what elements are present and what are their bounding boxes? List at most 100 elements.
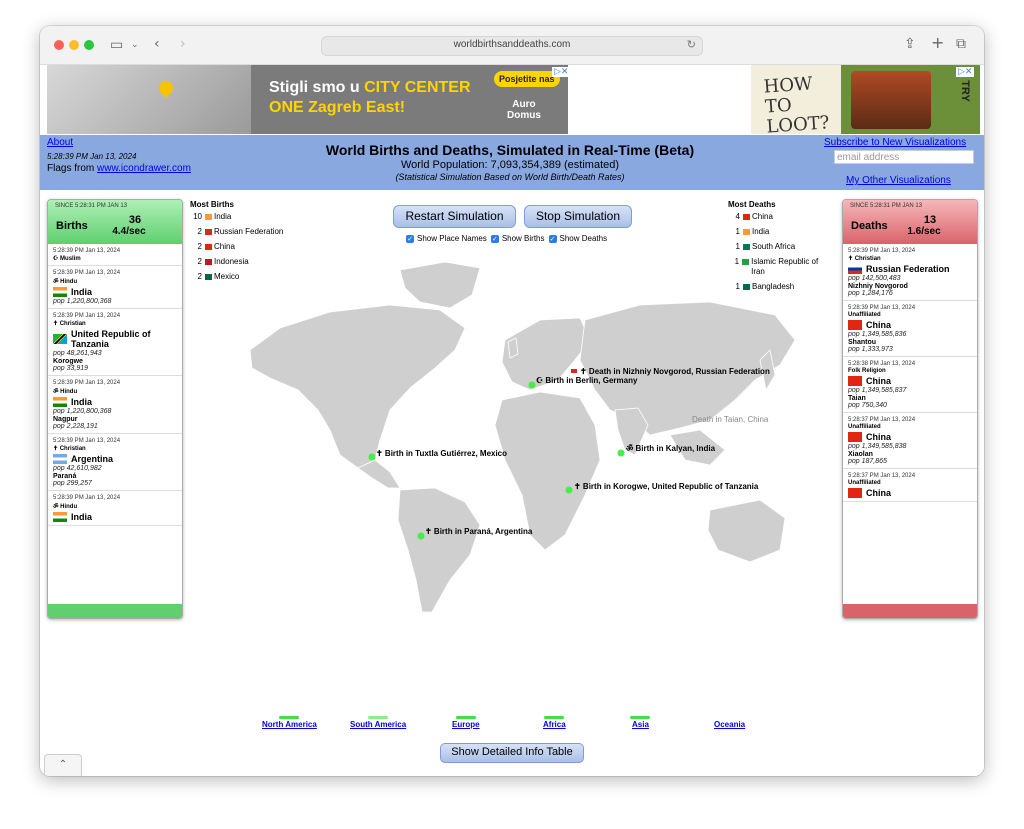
reload-icon[interactable]: ↻	[687, 38, 696, 51]
list-item: 5:28:37 PM Jan 13, 2024 Unaffiliated China	[843, 469, 977, 502]
deaths-since: SINCE 5:28:31 PM JAN 13	[850, 203, 923, 209]
ad-close-icon[interactable]: ▷✕	[956, 67, 975, 77]
ad-cta-button[interactable]: Posjetite nas	[494, 71, 560, 87]
chevron-down-icon[interactable]: ⌄	[131, 38, 139, 52]
entry-country: China	[866, 432, 892, 442]
map-label-tuxtla: ✝ Birth in Tuxtla Gutiérrez, Mexico	[376, 449, 507, 458]
show-deaths-checkbox[interactable]: ✓	[548, 234, 557, 243]
show-deaths-label: Show Deaths	[559, 234, 608, 243]
entry-country-population: pop 1,349,585,838	[848, 443, 907, 450]
forward-icon[interactable]: ›	[180, 37, 186, 51]
map-label-kalyan: ॐ Birth in Kalyan, India	[626, 444, 716, 453]
map-label-nizhniy-novgorod: ✝ Death in Nizhniy Novgorod, Russian Fed…	[580, 367, 770, 376]
death-marker-nizhniy-novgorod[interactable]	[571, 369, 577, 373]
rank-count: 1	[735, 227, 740, 236]
continent-link-oceania[interactable]: Oceania	[714, 720, 745, 729]
entry-city-population: pop 299,257	[53, 480, 92, 487]
map-label-korogwe: ✝ Birth in Korogwe, United Republic of T…	[574, 482, 759, 491]
china-flag-icon	[848, 488, 862, 498]
new-tab-icon[interactable]: +	[931, 35, 944, 51]
ad-headline-2: ONE Zagreb East!	[269, 99, 406, 116]
birth-marker-parana[interactable]	[417, 532, 425, 540]
entry-time: 5:28:39 PM Jan 13, 2024	[53, 270, 121, 276]
tabs-overview-icon[interactable]: ⧉	[956, 37, 966, 51]
continent-link-south-america[interactable]: South America	[350, 716, 406, 729]
deaths-list[interactable]: 5:28:39 PM Jan 13, 2024 ✝ Christian Russia…	[843, 244, 977, 604]
share-icon[interactable]: ⇪	[904, 37, 916, 51]
rank-row: 2 Russian Federation	[190, 227, 284, 237]
map-label-berlin: ☪ Birth in Berlin, Germany	[536, 376, 638, 385]
entry-country: Argentina	[71, 454, 114, 464]
continent-link-asia[interactable]: Asia	[630, 716, 651, 729]
show-place-names-checkbox[interactable]: ✓	[406, 234, 414, 243]
rank-count: 10	[193, 212, 202, 221]
ad-game-left: HOW TO LOOT?	[751, 65, 843, 138]
entry-religion: Unaffiliated	[848, 312, 881, 318]
page-title: World Births and Deaths, Simulated in Re…	[325, 142, 695, 158]
birth-marker-korogwe[interactable]	[565, 486, 573, 494]
births-panel: SINCE 5:28:31 PM JAN 13 Births 36 4.4/se…	[47, 199, 183, 619]
births-panel-footer	[48, 604, 182, 618]
world-map[interactable]: ✝ Death in Nizhniy Novgorod, Russian Fed…	[240, 250, 800, 620]
country-flag-icon	[205, 244, 212, 250]
show-births-label: Show Births	[501, 234, 545, 243]
entry-city: Xiaolan	[848, 451, 873, 458]
entry-religion: Unaffiliated	[848, 480, 881, 486]
entry-religion: Unaffiliated	[848, 424, 881, 430]
births-list[interactable]: 5:28:39 PM Jan 13, 2024 ☪ Muslim 5:28:39 P…	[48, 244, 182, 604]
ad-close-icon[interactable]: ▷✕	[552, 67, 571, 77]
show-births-checkbox[interactable]: ✓	[490, 234, 499, 243]
rank-country: Mexico	[214, 272, 240, 281]
list-item: 5:28:39 PM Jan 13, 2024 ॐ Hindu India pop 1…	[48, 266, 182, 309]
subscribe-link[interactable]: Subscribe to New Visualizations	[824, 137, 966, 148]
country-flag-icon	[205, 229, 212, 235]
restart-simulation-button[interactable]: Restart Simulation	[393, 205, 516, 228]
continent-activity-bar	[455, 716, 476, 719]
chevron-up-icon[interactable]: ⌃	[44, 754, 82, 776]
continent-label: Africa	[543, 720, 566, 729]
continent-label: North America	[262, 720, 317, 729]
entry-time: 5:28:37 PM Jan 13, 2024	[848, 473, 916, 479]
continent-link-africa[interactable]: Africa	[543, 716, 566, 729]
deaths-panel: SINCE 5:28:31 PM JAN 13 Deaths 13 1.6/se…	[842, 199, 978, 619]
continent-link-north-america[interactable]: North America	[262, 716, 317, 729]
address-bar[interactable]: worldbirthsanddeaths.com ↻	[321, 36, 703, 56]
show-detailed-info-button[interactable]: Show Detailed Info Table	[440, 743, 584, 763]
birth-marker-kalyan[interactable]	[617, 449, 625, 457]
stop-simulation-button[interactable]: Stop Simulation	[524, 205, 632, 228]
minimize-window-button[interactable]	[69, 40, 79, 50]
sidebar-icon[interactable]: ▭	[110, 38, 123, 52]
other-visualizations-link[interactable]: My Other Visualizations	[846, 175, 951, 186]
list-item: 5:28:39 PM Jan 13, 2024 ॐ Hindu India pop 1…	[48, 376, 182, 434]
back-icon[interactable]: ‹	[154, 37, 160, 51]
continent-link-europe[interactable]: Europe	[452, 716, 480, 729]
entry-country-population: pop 142,500,483	[848, 275, 901, 282]
continent-activity-bar	[279, 716, 300, 719]
ad-headline-1: Stigli smo u CITY CENTER	[269, 79, 471, 97]
entry-country-row: China	[848, 320, 972, 330]
icondrawer-link[interactable]: www.icondrawer.com	[97, 163, 191, 174]
ad-game-headline: HOW TO LOOT?	[763, 72, 843, 137]
about-link[interactable]: About	[47, 137, 73, 148]
entry-country-population: pop 1,220,800,368	[53, 298, 112, 305]
deaths-panel-footer	[843, 604, 977, 618]
entry-country-population: pop 1,349,585,836	[848, 331, 907, 338]
ad-game-line-2: LOOT?	[765, 112, 831, 138]
zoom-window-button[interactable]	[84, 40, 94, 50]
rank-country: China	[214, 242, 235, 251]
birth-marker-berlin[interactable]	[528, 381, 536, 389]
entry-time: 5:28:39 PM Jan 13, 2024	[53, 313, 121, 319]
close-window-button[interactable]	[54, 40, 64, 50]
map-label-parana: ✝ Birth in Paraná, Argentina	[425, 527, 533, 536]
map-pin-icon	[156, 78, 176, 98]
entry-city: Paraná	[53, 473, 77, 480]
email-input[interactable]: email address	[834, 150, 974, 164]
flags-credit-prefix: Flags from	[47, 163, 98, 174]
ad-banner-game[interactable]: HOW TO LOOT? TRY ▷✕	[751, 65, 980, 138]
ad-game-line-1: HOW TO	[762, 73, 814, 118]
show-place-names-label: Show Place Names	[417, 234, 487, 243]
birth-marker-tuxtla[interactable]	[368, 453, 376, 461]
ad-map-graphic	[47, 65, 251, 134]
ad-banner-city-center[interactable]: Stigli smo u CITY CENTER ONE Zagreb East…	[47, 65, 571, 134]
rank-count: 2	[197, 272, 202, 281]
